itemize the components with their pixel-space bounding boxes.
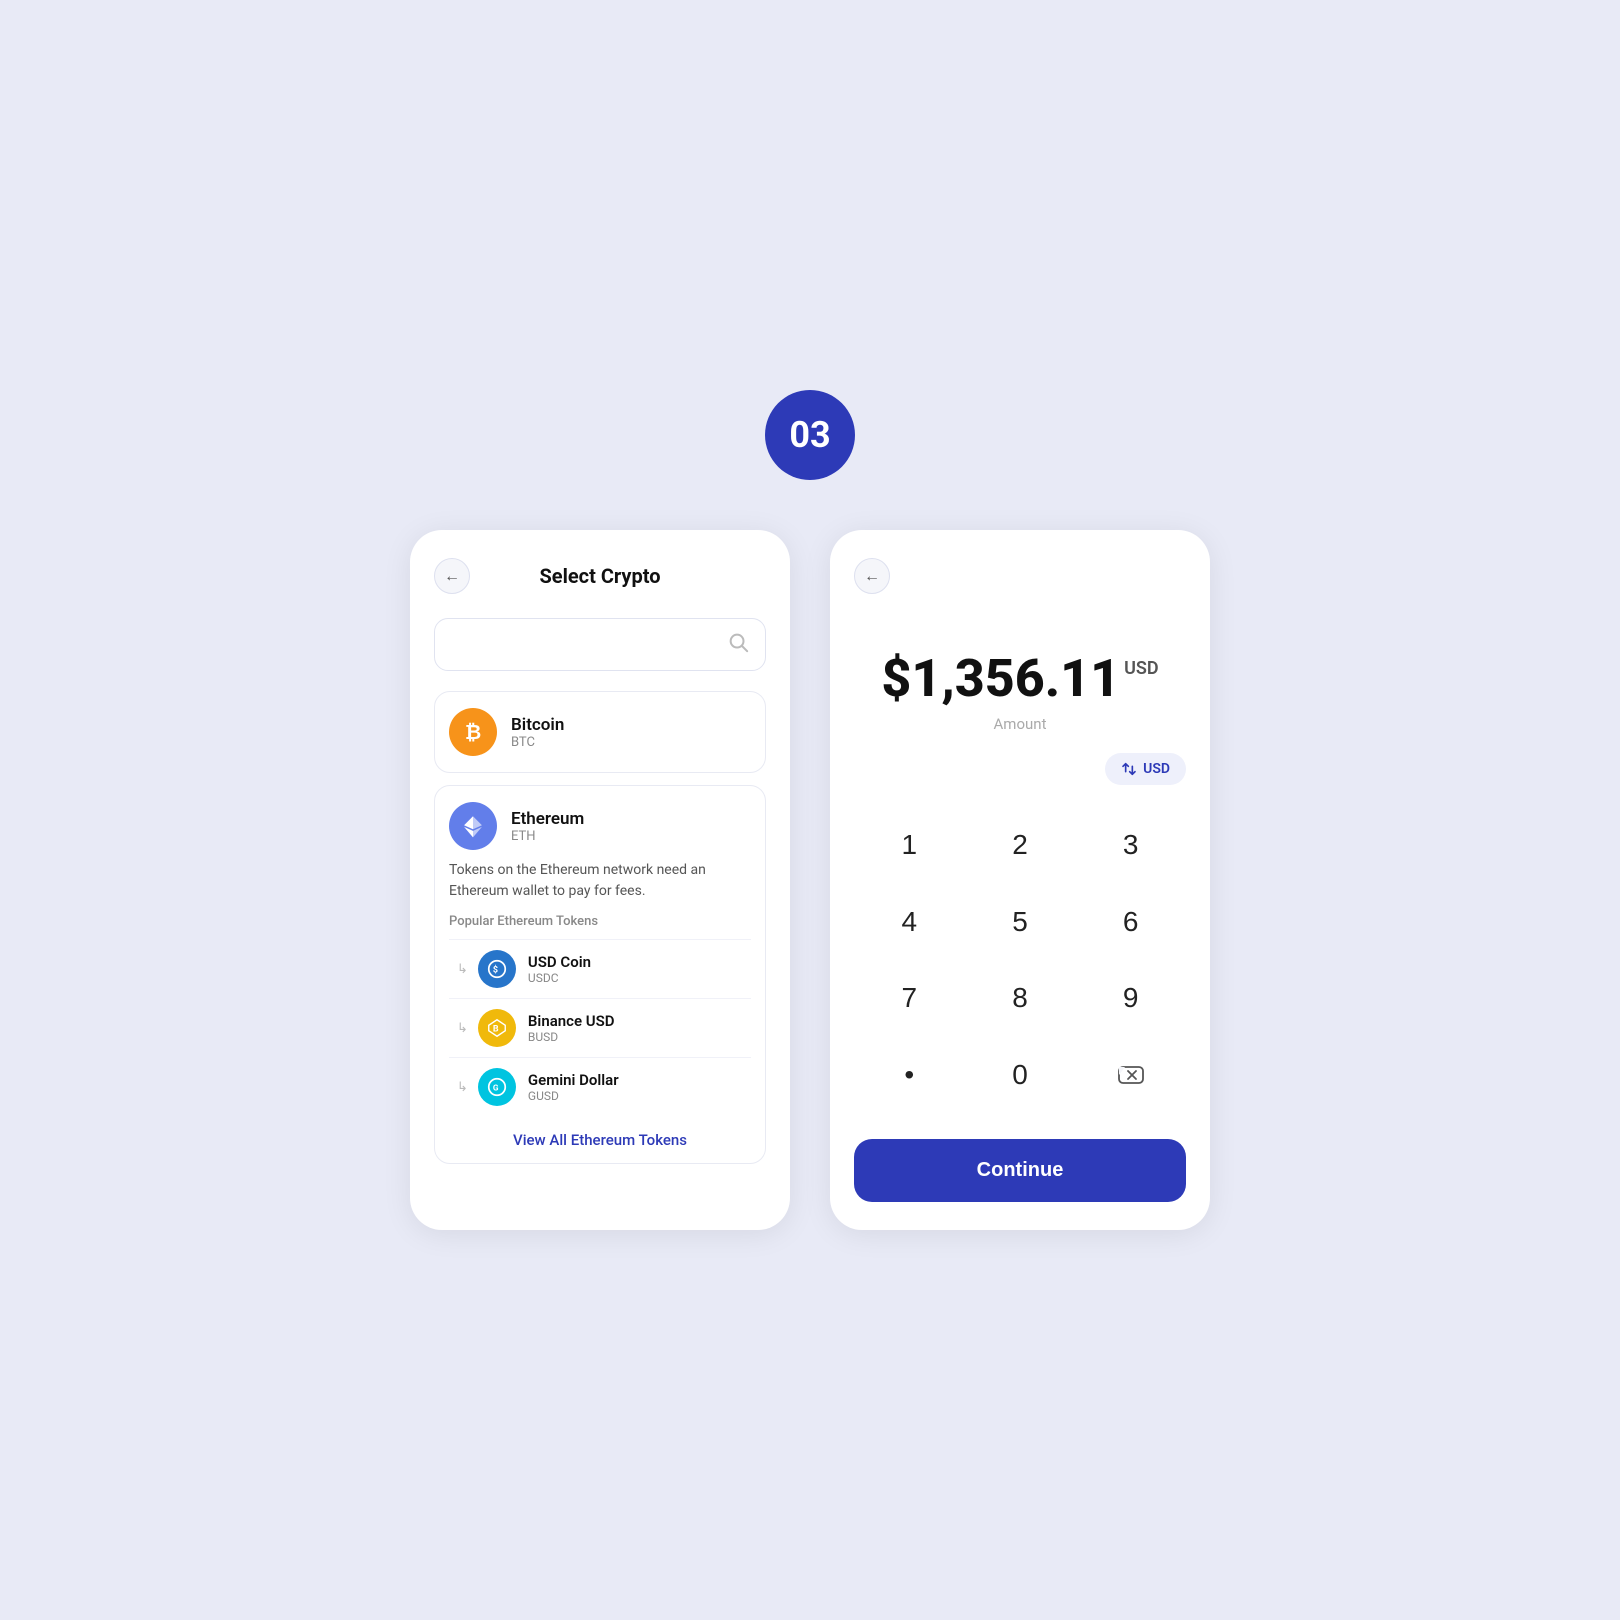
screen-title: Select Crypto	[539, 564, 660, 588]
numpad-4[interactable]: 4	[854, 886, 965, 958]
busd-token-item[interactable]: ↳ B Binance USD BUSD	[449, 998, 751, 1057]
left-header: ← Select Crypto	[434, 558, 766, 594]
busd-info: Binance USD BUSD	[528, 1012, 615, 1044]
numpad-5[interactable]: 5	[965, 886, 1076, 958]
search-input[interactable]	[451, 636, 727, 654]
continue-button[interactable]: Continue	[854, 1139, 1186, 1202]
delete-icon	[1117, 1061, 1145, 1089]
ethereum-main[interactable]: Ethereum ETH	[449, 802, 751, 850]
token-arrow-icon-2: ↳	[457, 1021, 468, 1036]
ethereum-section: Ethereum ETH Tokens on the Ethereum netw…	[434, 785, 766, 1164]
ethereum-description: Tokens on the Ethereum network need an E…	[449, 860, 751, 902]
right-back-button[interactable]: ←	[854, 558, 890, 594]
usdc-name: USD Coin	[528, 953, 591, 971]
swap-icon	[1121, 761, 1137, 777]
currency-badge-label: USD	[1143, 761, 1170, 777]
back-arrow-icon: ←	[444, 566, 460, 586]
numpad-6[interactable]: 6	[1075, 886, 1186, 958]
screens-container: ← Select Crypto ₿ Bitcoin BTC	[410, 530, 1210, 1230]
view-all-link[interactable]: View All Ethereum Tokens	[449, 1116, 751, 1155]
usdc-token-item[interactable]: ↳ $ USD Coin USDC	[449, 939, 751, 998]
svg-text:$: $	[493, 964, 498, 975]
amount-display: $1,356.11USD	[854, 648, 1186, 709]
token-arrow-icon-3: ↳	[457, 1080, 468, 1095]
usdc-info: USD Coin USDC	[528, 953, 591, 985]
ethereum-name: Ethereum	[511, 809, 584, 829]
bitcoin-item[interactable]: ₿ Bitcoin BTC	[434, 691, 766, 773]
bitcoin-icon: ₿	[449, 708, 497, 756]
busd-icon: B	[478, 1009, 516, 1047]
numpad-3[interactable]: 3	[1075, 809, 1186, 881]
popular-tokens-label: Popular Ethereum Tokens	[449, 914, 751, 929]
ethereum-info: Ethereum ETH	[511, 809, 584, 844]
busd-name: Binance USD	[528, 1012, 615, 1030]
numpad-delete[interactable]	[1075, 1039, 1186, 1111]
amount-screen: ← $1,356.11USD Amount USD 1 2 3 4 5 6 7	[830, 530, 1210, 1230]
numpad: 1 2 3 4 5 6 7 8 9 • 0	[854, 809, 1186, 1115]
bitcoin-info: Bitcoin BTC	[511, 715, 564, 750]
amount-value: $1,356.11USD	[881, 648, 1158, 709]
search-bar[interactable]	[434, 618, 766, 671]
numpad-dot[interactable]: •	[854, 1039, 965, 1111]
currency-toggle-area: USD	[854, 753, 1186, 785]
numpad-2[interactable]: 2	[965, 809, 1076, 881]
view-all-anchor[interactable]: View All Ethereum Tokens	[513, 1131, 687, 1149]
usdc-symbol: USDC	[528, 971, 591, 985]
numpad-7[interactable]: 7	[854, 962, 965, 1034]
usdc-icon: $	[478, 950, 516, 988]
gusd-info: Gemini Dollar GUSD	[528, 1071, 619, 1103]
left-back-button[interactable]: ←	[434, 558, 470, 594]
svg-text:B: B	[493, 1024, 499, 1034]
numpad-8[interactable]: 8	[965, 962, 1076, 1034]
currency-toggle-button[interactable]: USD	[1105, 753, 1186, 785]
ethereum-icon	[449, 802, 497, 850]
numpad-0[interactable]: 0	[965, 1039, 1076, 1111]
back-arrow-icon-right: ←	[864, 566, 880, 586]
amount-label: Amount	[854, 715, 1186, 733]
svg-text:G: G	[493, 1083, 499, 1093]
numpad-1[interactable]: 1	[854, 809, 965, 881]
numpad-9[interactable]: 9	[1075, 962, 1186, 1034]
amount-number: $1,356.11	[881, 648, 1120, 709]
busd-symbol: BUSD	[528, 1030, 615, 1044]
bitcoin-name: Bitcoin	[511, 715, 564, 735]
gusd-token-item[interactable]: ↳ G Gemini Dollar GUSD	[449, 1057, 751, 1116]
gusd-name: Gemini Dollar	[528, 1071, 619, 1089]
ethereum-symbol: ETH	[511, 829, 584, 844]
search-icon	[727, 631, 749, 658]
step-badge: 03	[765, 390, 855, 480]
gusd-icon: G	[478, 1068, 516, 1106]
right-header: ←	[854, 558, 1186, 594]
amount-currency: USD	[1124, 658, 1159, 679]
svg-text:₿: ₿	[465, 720, 481, 744]
step-number: 03	[789, 414, 830, 456]
token-arrow-icon: ↳	[457, 962, 468, 977]
gusd-symbol: GUSD	[528, 1089, 619, 1103]
bitcoin-symbol: BTC	[511, 735, 564, 750]
select-crypto-screen: ← Select Crypto ₿ Bitcoin BTC	[410, 530, 790, 1230]
